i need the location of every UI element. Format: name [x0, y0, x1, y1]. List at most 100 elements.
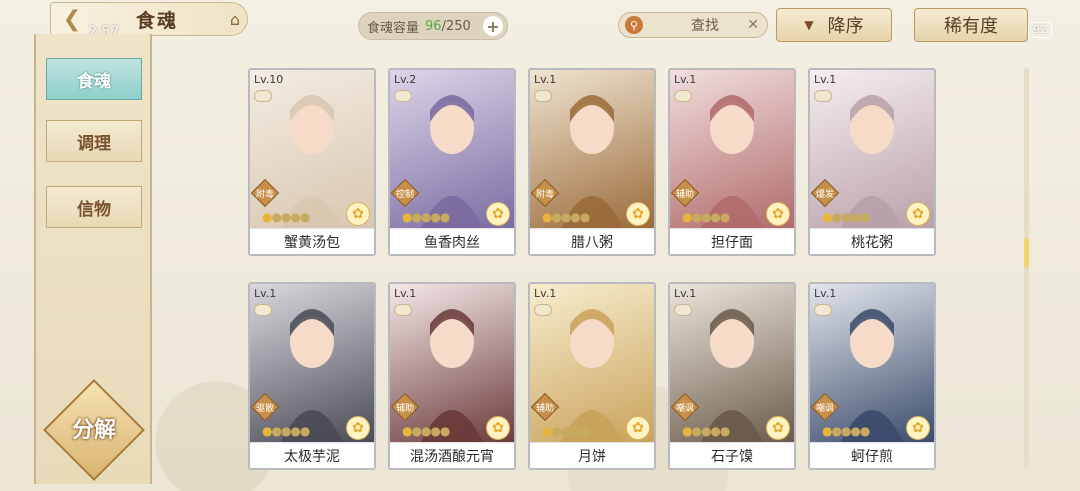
lock-icon[interactable]: [814, 304, 832, 316]
tab-cooking[interactable]: 调理: [46, 120, 142, 162]
flower-icon: ✿: [766, 202, 790, 226]
level-label: Lv.1: [674, 287, 697, 300]
role-badge: 嘲讽: [670, 392, 700, 422]
card-name: 桃花粥: [810, 228, 934, 254]
role-label: 嘲讽: [675, 403, 694, 414]
role-label: 辅助: [395, 403, 414, 414]
role-label: 辅助: [675, 189, 694, 200]
capacity-current: 96: [425, 18, 442, 34]
level-label: Lv.1: [534, 73, 557, 86]
flower-icon: ✿: [906, 202, 930, 226]
card-name: 月饼: [530, 442, 654, 468]
flower-icon: ✿: [626, 416, 650, 440]
flower-icon: ✿: [626, 202, 650, 226]
tab-food-souls[interactable]: 食魂: [46, 58, 142, 100]
level-label: Lv.10: [254, 73, 284, 86]
food-soul-card[interactable]: Lv.10 附毒 ●●●●● ✿ 蟹黄汤包: [248, 68, 376, 256]
level-label: Lv.1: [814, 73, 837, 86]
triangle-down-icon: ▼: [804, 18, 814, 32]
scrollbar-thumb[interactable]: [1024, 238, 1029, 268]
star-rating: ●●●●●: [822, 424, 870, 438]
star-rating: ●●●●●: [682, 210, 730, 224]
back-button[interactable]: ❮: [52, 4, 92, 34]
card-name: 鱼香肉丝: [390, 228, 514, 254]
role-label: 控制: [395, 189, 414, 200]
lock-icon[interactable]: [254, 90, 272, 102]
lock-icon[interactable]: [394, 304, 412, 316]
card-name: 混汤酒酿元宵: [390, 442, 514, 468]
flower-icon: ✿: [766, 416, 790, 440]
food-soul-card[interactable]: Lv.1 嘲讽 ●●●●● ✿ 蚵仔煎: [808, 282, 936, 470]
lock-icon[interactable]: [534, 90, 552, 102]
role-badge: 嘲讽: [810, 392, 840, 422]
star-rating: ●●●●●: [402, 210, 450, 224]
level-label: Lv.1: [814, 287, 837, 300]
food-soul-card[interactable]: Lv.1 辅助 ●●●●● ✿ 月饼: [528, 282, 656, 470]
role-badge: 驱散: [250, 392, 280, 422]
flower-icon: ✿: [906, 416, 930, 440]
rarity-filter-button[interactable]: 稀有度: [914, 8, 1028, 42]
role-label: 附毒: [535, 189, 554, 200]
lock-icon[interactable]: [674, 304, 692, 316]
role-label: 爆发: [815, 189, 834, 200]
food-soul-card[interactable]: Lv.1 爆发 ●●●●● ✿ 桃花粥: [808, 68, 936, 256]
card-name: 蚵仔煎: [810, 442, 934, 468]
star-rating: ●●●●●: [262, 424, 310, 438]
role-badge: 爆发: [810, 178, 840, 208]
star-rating: ●●●●●: [822, 210, 870, 224]
capacity-total: /250: [441, 18, 471, 34]
star-rating: ●●●●●: [262, 210, 310, 224]
lock-icon[interactable]: [254, 304, 272, 316]
role-badge: 附毒: [250, 178, 280, 208]
level-label: Lv.1: [394, 287, 417, 300]
role-badge: 辅助: [390, 392, 420, 422]
level-label: Lv.1: [534, 287, 557, 300]
card-name: 担仔面: [670, 228, 794, 254]
flower-icon: ✿: [486, 202, 510, 226]
search-icon: ⚲: [625, 16, 643, 34]
close-icon[interactable]: ✕: [747, 17, 759, 33]
food-soul-card[interactable]: Lv.1 驱散 ●●●●● ✿ 太极芋泥: [248, 282, 376, 470]
card-name: 腊八粥: [530, 228, 654, 254]
flower-icon: ✿: [346, 416, 370, 440]
sort-order-button[interactable]: ▼ 降序: [776, 8, 892, 42]
role-label: 附毒: [255, 189, 274, 200]
page-title: 食魂: [136, 10, 179, 32]
decompose-label: 分解: [71, 418, 116, 443]
role-label: 嘲讽: [815, 403, 834, 414]
star-rating: ●●●●●: [542, 210, 590, 224]
scrollbar[interactable]: [1024, 68, 1029, 468]
lock-icon[interactable]: [814, 90, 832, 102]
back-arrow-icon: ❮: [62, 6, 82, 32]
battery-indicator: 92: [1028, 22, 1052, 38]
search-label: 查找: [691, 18, 719, 34]
capacity-label: 食魂容量: [367, 20, 420, 36]
level-label: Lv.1: [674, 73, 697, 86]
star-rating: ●●●●●: [402, 424, 450, 438]
role-badge: 控制: [390, 178, 420, 208]
home-icon[interactable]: ⌂: [220, 6, 250, 32]
level-label: Lv.2: [394, 73, 417, 86]
sort-label: 降序: [827, 16, 864, 37]
food-soul-grid: Lv.10 附毒 ●●●●● ✿ 蟹黄汤包 Lv.2 控制 ●●●●● ✿ 鱼香…: [248, 68, 948, 470]
add-capacity-button[interactable]: +: [483, 16, 503, 36]
role-badge: 附毒: [530, 178, 560, 208]
star-rating: ●●●●●: [542, 424, 590, 438]
food-soul-card[interactable]: Lv.1 嘲讽 ●●●●● ✿ 石子馍: [668, 282, 796, 470]
level-label: Lv.1: [254, 287, 277, 300]
role-label: 辅助: [535, 403, 554, 414]
card-name: 蟹黄汤包: [250, 228, 374, 254]
lock-icon[interactable]: [394, 90, 412, 102]
card-name: 太极芋泥: [250, 442, 374, 468]
role-label: 驱散: [255, 403, 274, 414]
star-rating: ●●●●●: [682, 424, 730, 438]
lock-icon[interactable]: [534, 304, 552, 316]
sidebar: 食魂 调理 信物 分解: [34, 34, 152, 484]
food-soul-card[interactable]: Lv.1 辅助 ●●●●● ✿ 担仔面: [668, 68, 796, 256]
food-soul-card[interactable]: Lv.2 控制 ●●●●● ✿ 鱼香肉丝: [388, 68, 516, 256]
search-input[interactable]: ⚲ 查找 ✕: [618, 12, 768, 38]
food-soul-card[interactable]: Lv.1 附毒 ●●●●● ✿ 腊八粥: [528, 68, 656, 256]
lock-icon[interactable]: [674, 90, 692, 102]
tab-tokens[interactable]: 信物: [46, 186, 142, 228]
food-soul-card[interactable]: Lv.1 辅助 ●●●●● ✿ 混汤酒酿元宵: [388, 282, 516, 470]
